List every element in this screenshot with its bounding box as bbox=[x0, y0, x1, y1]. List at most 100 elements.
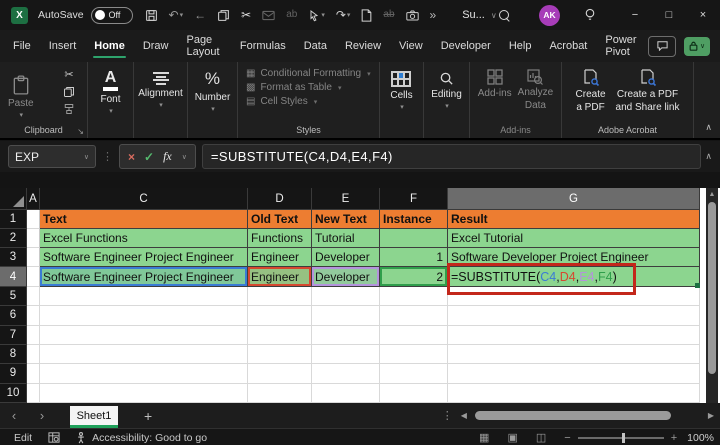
cell-f8[interactable] bbox=[380, 345, 448, 364]
save-icon[interactable] bbox=[145, 9, 158, 22]
prev-sheet-icon[interactable]: ‹ bbox=[0, 408, 28, 423]
cell-g8[interactable] bbox=[448, 345, 700, 364]
cell-a6[interactable] bbox=[27, 306, 40, 325]
tab-data[interactable]: Data bbox=[295, 30, 336, 62]
cell-d7[interactable] bbox=[248, 326, 312, 345]
cell-c2[interactable]: Excel Functions bbox=[40, 229, 248, 248]
camera-icon[interactable] bbox=[406, 10, 419, 21]
cell-a3[interactable] bbox=[27, 248, 40, 267]
cell-c7[interactable] bbox=[40, 326, 248, 345]
column-header-c[interactable]: C bbox=[40, 188, 248, 210]
cell-g9[interactable] bbox=[448, 364, 700, 383]
fill-handle[interactable] bbox=[695, 283, 700, 288]
column-header-d[interactable]: D bbox=[248, 188, 312, 210]
formula-input[interactable]: =SUBSTITUTE(C4,D4,E4,F4) bbox=[202, 144, 702, 169]
cell-e8[interactable] bbox=[312, 345, 380, 364]
column-header-g[interactable]: G bbox=[448, 188, 700, 210]
cell-a7[interactable] bbox=[27, 326, 40, 345]
cut-button[interactable]: ✂ bbox=[64, 68, 73, 81]
row-header-1[interactable]: 1 bbox=[0, 210, 27, 229]
undo-icon[interactable]: ↶▾ bbox=[169, 9, 184, 21]
cell-f5[interactable] bbox=[380, 287, 448, 306]
row-header-8[interactable]: 8 bbox=[0, 345, 27, 364]
row-header-4[interactable]: 4 bbox=[0, 267, 27, 287]
insert-function-icon[interactable]: fx bbox=[163, 149, 172, 164]
row-header-9[interactable]: 9 bbox=[0, 364, 27, 383]
select-all-button[interactable] bbox=[0, 188, 27, 210]
cut-icon[interactable]: ✂ bbox=[241, 9, 251, 21]
cell-d8[interactable] bbox=[248, 345, 312, 364]
horizontal-scrollbar-thumb[interactable] bbox=[475, 411, 671, 420]
cell-f3[interactable]: 1 bbox=[380, 248, 448, 267]
row-header-10[interactable]: 10 bbox=[0, 384, 27, 403]
close-button[interactable]: × bbox=[686, 0, 720, 30]
scroll-up-icon[interactable]: ▲ bbox=[709, 191, 716, 198]
cell-d10[interactable] bbox=[248, 384, 312, 403]
autosave-toggle[interactable]: Off bbox=[91, 7, 133, 24]
conditional-formatting-button[interactable]: ▦ Conditional Formatting ▾ bbox=[246, 68, 379, 79]
cell-f10[interactable] bbox=[380, 384, 448, 403]
cell-a5[interactable] bbox=[27, 287, 40, 306]
account-avatar[interactable]: AK bbox=[539, 5, 560, 26]
cell-e2[interactable]: Tutorial bbox=[312, 229, 380, 248]
format-as-table-button[interactable]: ▩ Format as Table ▾ bbox=[246, 82, 379, 93]
cell-e6[interactable] bbox=[312, 306, 380, 325]
cell-f2[interactable] bbox=[380, 229, 448, 248]
paste-button[interactable]: Paste ▾ bbox=[8, 75, 34, 119]
cell-c9[interactable] bbox=[40, 364, 248, 383]
cell-g6[interactable] bbox=[448, 306, 700, 325]
tab-insert[interactable]: Insert bbox=[40, 30, 86, 62]
toolbar-overflow-icon[interactable]: » bbox=[430, 9, 437, 21]
cell-f7[interactable] bbox=[380, 326, 448, 345]
next-sheet-icon[interactable]: › bbox=[28, 408, 56, 423]
cell-a8[interactable] bbox=[27, 345, 40, 364]
column-header-a[interactable]: A bbox=[27, 188, 40, 210]
sheet-tab-sheet1[interactable]: Sheet1 bbox=[70, 406, 118, 428]
cell-c10[interactable] bbox=[40, 384, 248, 403]
tab-file[interactable]: File bbox=[4, 30, 40, 62]
cell-d5[interactable] bbox=[248, 287, 312, 306]
cell-e1[interactable]: New Text bbox=[312, 210, 380, 229]
tab-draw[interactable]: Draw bbox=[134, 30, 178, 62]
row-header-7[interactable]: 7 bbox=[0, 326, 27, 345]
cell-f9[interactable] bbox=[380, 364, 448, 383]
cell-f1[interactable]: Instance bbox=[380, 210, 448, 229]
copy-icon[interactable] bbox=[217, 9, 230, 22]
cell-a1[interactable] bbox=[27, 210, 40, 229]
cell-f4[interactable]: 2 bbox=[380, 267, 448, 287]
scroll-right-icon[interactable]: ▶ bbox=[708, 411, 714, 420]
cell-c3[interactable]: Software Engineer Project Engineer bbox=[40, 248, 248, 267]
cell-a10[interactable] bbox=[27, 384, 40, 403]
vertical-scrollbar-thumb[interactable] bbox=[708, 202, 716, 374]
cell-e5[interactable] bbox=[312, 287, 380, 306]
zoom-slider-thumb[interactable] bbox=[622, 433, 625, 443]
zoom-slider[interactable] bbox=[578, 437, 664, 439]
share-button[interactable]: ∨ bbox=[684, 37, 710, 56]
cell-d3[interactable]: Engineer bbox=[248, 248, 312, 267]
back-arrow-icon[interactable]: ← bbox=[194, 9, 206, 21]
cell-a9[interactable] bbox=[27, 364, 40, 383]
cell-d2[interactable]: Functions bbox=[248, 229, 312, 248]
cell-e3[interactable]: Developer bbox=[312, 248, 380, 267]
cell-e9[interactable] bbox=[312, 364, 380, 383]
normal-view-icon[interactable]: ▦ bbox=[479, 431, 489, 444]
cell-a2[interactable] bbox=[27, 229, 40, 248]
cell-e10[interactable] bbox=[312, 384, 380, 403]
create-pdf-button[interactable]: Createa PDF bbox=[576, 69, 606, 114]
maximize-button[interactable]: □ bbox=[652, 0, 686, 30]
cell-d9[interactable] bbox=[248, 364, 312, 383]
tab-power-pivot[interactable]: Power Pivot bbox=[596, 30, 648, 62]
create-pdf-share-button[interactable]: Create a PDFand Share link bbox=[616, 69, 680, 114]
cell-g1[interactable]: Result bbox=[448, 210, 700, 229]
cell-g4-formula[interactable]: =SUBSTITUTE(C4,D4,E4,F4) bbox=[448, 267, 700, 287]
search-icon[interactable] bbox=[499, 10, 509, 20]
cell-c4[interactable]: Software Engineer Project Engineer bbox=[40, 267, 248, 287]
enter-icon[interactable]: ✓ bbox=[144, 150, 154, 164]
row-header-3[interactable]: 3 bbox=[0, 248, 27, 267]
accessibility-status[interactable]: Accessibility: Good to go bbox=[92, 432, 207, 444]
tab-home[interactable]: Home bbox=[85, 30, 134, 62]
editing-button[interactable]: Editing ▾ bbox=[431, 69, 462, 110]
add-sheet-icon[interactable]: + bbox=[144, 408, 152, 424]
cell-d6[interactable] bbox=[248, 306, 312, 325]
cell-d1[interactable]: Old Text bbox=[248, 210, 312, 229]
